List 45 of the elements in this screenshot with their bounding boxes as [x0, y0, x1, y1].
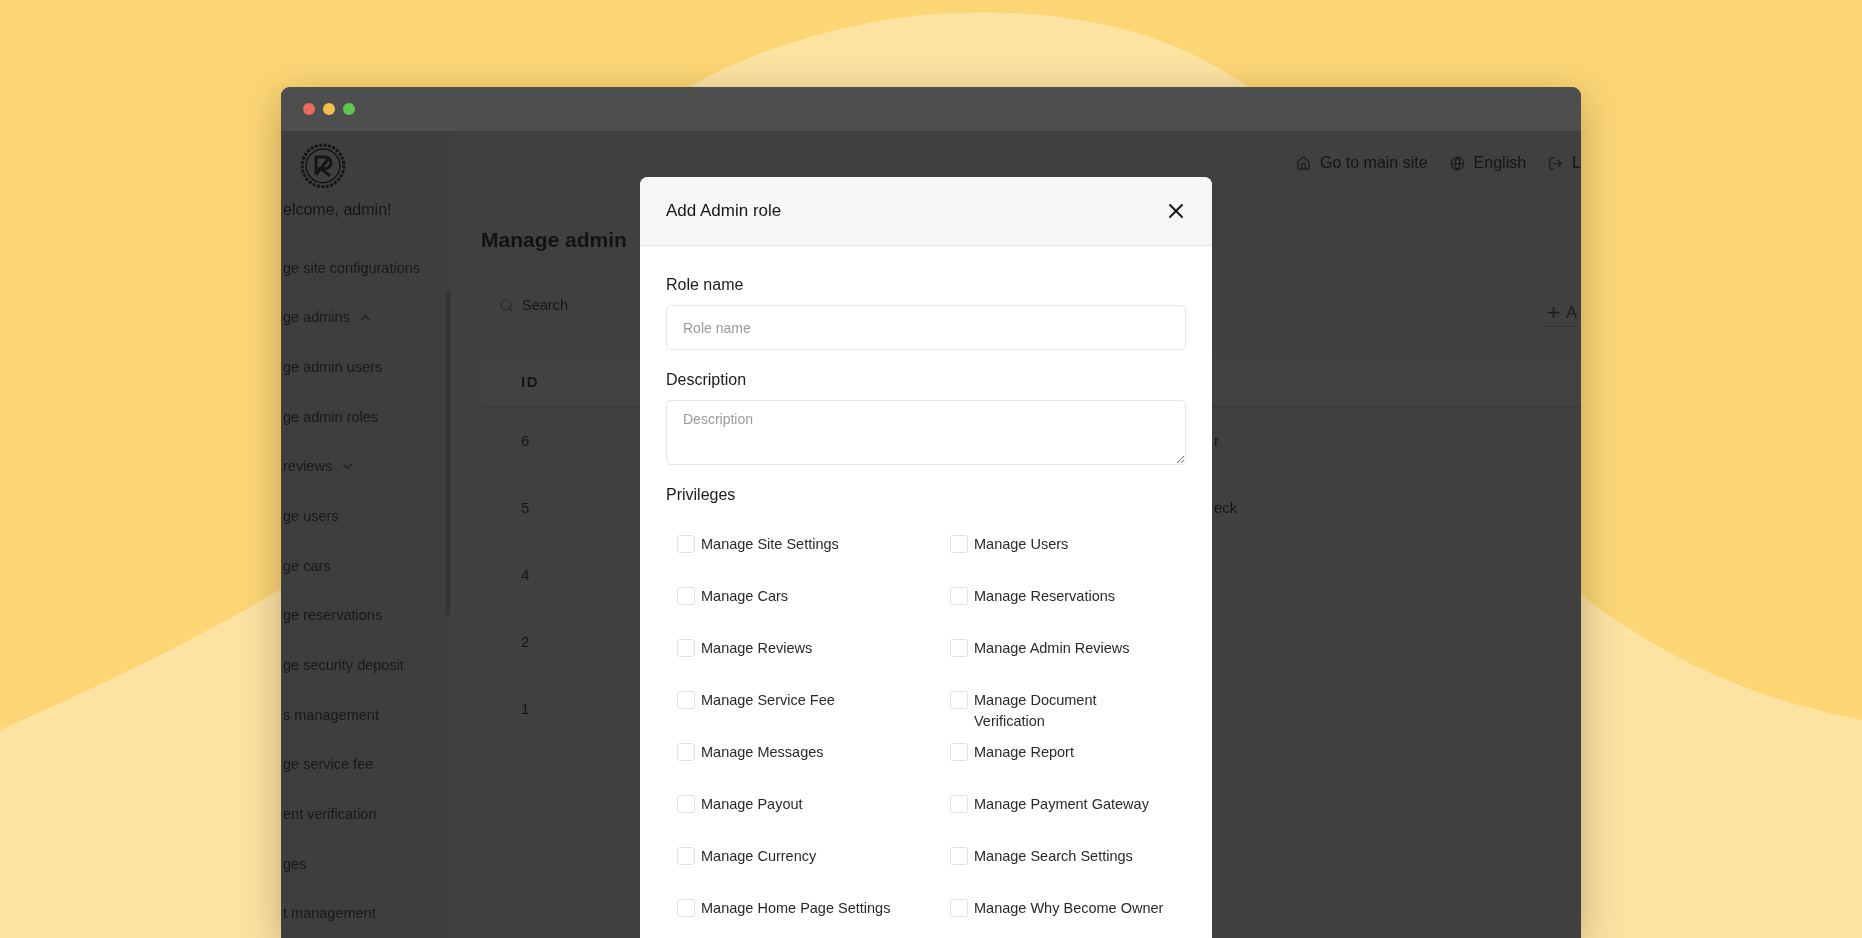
section-label: Privileges [666, 486, 737, 504]
zoom-window-icon[interactable] [343, 103, 355, 115]
checkbox[interactable] [950, 691, 968, 709]
checkbox[interactable] [677, 795, 695, 813]
close-window-icon[interactable] [303, 103, 315, 115]
logo-icon [299, 142, 347, 190]
checkbox[interactable] [950, 847, 968, 865]
checkbox[interactable] [677, 639, 695, 657]
field-label: Description [666, 371, 748, 389]
checkbox[interactable] [950, 535, 968, 553]
field-label: Role name [666, 276, 745, 294]
checkbox-label: Manage Messages [701, 743, 824, 762]
checkbox[interactable] [950, 639, 968, 657]
checkbox-label: Manage Home Page Settings [701, 899, 891, 918]
checkbox-label: Manage Search Settings [974, 847, 1133, 866]
checkbox-label: Manage Why Become Owner [974, 899, 1164, 918]
checkbox[interactable] [950, 743, 968, 761]
checkbox-label: Manage Report [974, 743, 1074, 762]
checkbox-label: Manage Document Verification [974, 691, 1098, 731]
checkbox[interactable] [677, 587, 695, 605]
checkbox-label: Manage Reservations [974, 587, 1116, 606]
house-icon [1296, 155, 1311, 171]
minimize-window-icon[interactable] [323, 103, 335, 115]
logout-icon [1548, 155, 1564, 171]
checkbox[interactable] [677, 899, 695, 917]
checkbox[interactable] [950, 795, 968, 813]
checkbox-label: Manage Reviews [701, 639, 813, 658]
checkbox-label: Manage Users [974, 535, 1069, 554]
checkbox-label: Manage Cars [701, 587, 789, 606]
checkbox-label: Manage Service Fee [701, 691, 835, 710]
globe-icon [1449, 155, 1465, 171]
checkbox-label: Manage Currency [701, 847, 817, 866]
description-field[interactable]: Description [666, 400, 1186, 465]
checkbox[interactable] [950, 587, 968, 605]
checkbox[interactable] [677, 535, 695, 553]
modal-title: Add Admin role [666, 201, 782, 221]
text-field[interactable]: Role name [666, 305, 1186, 350]
checkbox-label: Manage Admin Reviews [974, 639, 1130, 658]
checkbox-label: Manage Site Settings [701, 535, 839, 554]
checkbox-label: Manage Payment Gateway [974, 795, 1149, 814]
checkbox[interactable] [677, 691, 695, 709]
checkbox[interactable] [677, 847, 695, 865]
checkbox-label: Manage Payout [701, 795, 803, 814]
checkbox[interactable] [950, 899, 968, 917]
checkbox[interactable] [677, 743, 695, 761]
